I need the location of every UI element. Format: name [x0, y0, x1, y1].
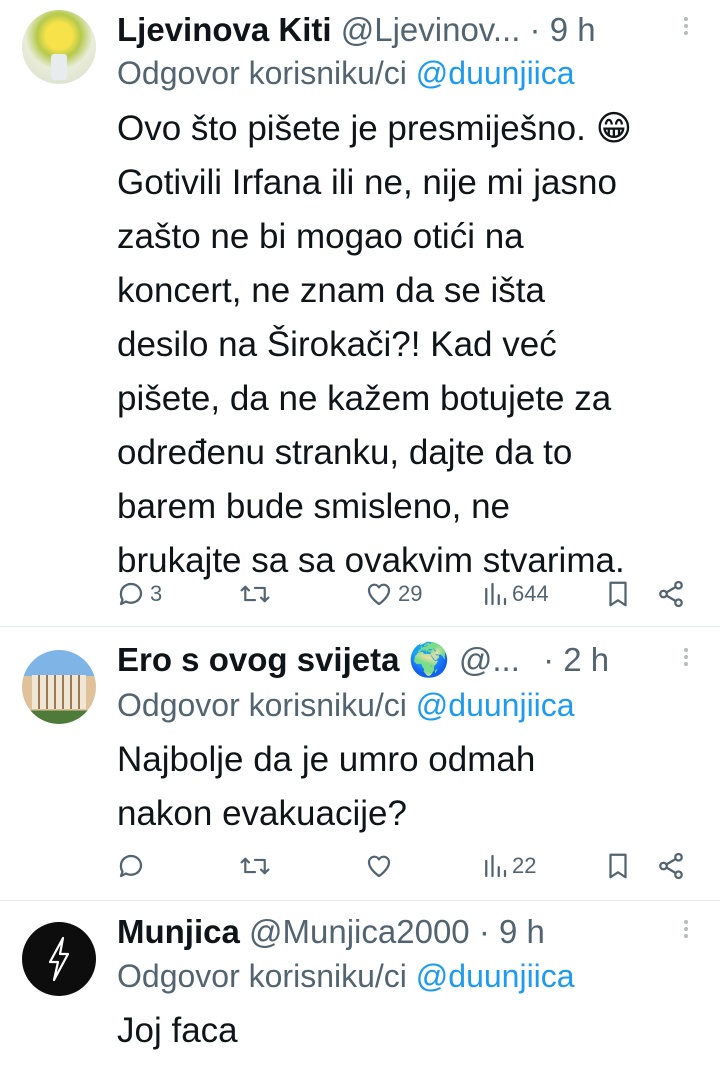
separator-dot: ·	[529, 11, 541, 48]
share-button[interactable]	[656, 846, 686, 886]
author-handle[interactable]: @...	[459, 641, 520, 678]
tweet-line: koncert, ne znam da se išta	[117, 271, 545, 310]
retweet-icon	[240, 857, 270, 875]
retweet-button[interactable]	[238, 846, 272, 886]
bookmark-button[interactable]	[604, 574, 632, 614]
bookmark-icon	[609, 853, 627, 879]
bookmark-icon	[609, 581, 627, 607]
tweet-text: Ovo što pišete je presmiješno. 😁 Gotivil…	[117, 102, 697, 588]
analytics-icon	[485, 854, 507, 878]
avatar[interactable]	[22, 10, 96, 84]
author-name[interactable]: Ljevinova Kiti	[117, 11, 332, 48]
mention-link[interactable]: @duunjiica	[416, 687, 575, 723]
tweet-actions: 22	[0, 846, 720, 886]
author-handle[interactable]: @Munjica2000	[249, 913, 470, 950]
mention-link[interactable]: @duunjiica	[416, 55, 575, 91]
views-button[interactable]: 22	[482, 846, 536, 886]
retweet-icon	[240, 585, 270, 603]
like-button[interactable]: 29	[364, 574, 422, 614]
reply-icon	[119, 582, 143, 606]
tweet-line: nakon evakuacije?	[117, 794, 407, 833]
analytics-icon	[485, 582, 507, 606]
view-count: 22	[512, 853, 537, 878]
tweet-text: Joj faca	[117, 1004, 697, 1058]
more-options-icon[interactable]	[676, 645, 696, 675]
author-handle[interactable]: @Ljevinov...	[341, 11, 521, 48]
separator-dot: ·	[543, 641, 555, 678]
tweet-header: Ljevinova Kiti @Ljevinov... · 9 h	[117, 8, 596, 52]
tweet-line: pišete, da ne kažem botujete za	[117, 379, 612, 418]
like-count: 29	[398, 581, 423, 606]
tweet-header: Munjica @Munjica2000 · 9 h	[117, 910, 545, 954]
share-button[interactable]	[656, 574, 686, 614]
timestamp[interactable]: 2 h	[563, 641, 609, 678]
timestamp[interactable]: 9 h	[499, 913, 545, 950]
replying-to: Odgovor korisniku/ci @duunjiica	[117, 955, 575, 997]
heart-icon	[367, 583, 391, 606]
tweet-line: Najbolje da je umro odmah	[117, 740, 536, 779]
reply-button[interactable]	[116, 846, 150, 886]
tweet-text: Najbolje da je umro odmah nakon evakuaci…	[117, 733, 697, 841]
replying-to: Odgovor korisniku/ci @duunjiica	[117, 684, 575, 726]
retweet-button[interactable]	[238, 574, 272, 614]
lightning-icon	[48, 936, 70, 982]
tweet-line: desilo na Širokači?! Kad već	[117, 325, 557, 364]
tweet-line: Ovo što pišete je presmiješno.	[117, 109, 586, 148]
view-count: 644	[512, 581, 549, 606]
more-options-icon[interactable]	[676, 917, 696, 947]
tweet-line: Gotivili Irfana ili ne, nije mi jasno	[117, 163, 617, 202]
tweet-line: barem bude smisleno, ne	[117, 487, 510, 526]
tweet-line: određenu stranku, dajte da to	[117, 433, 573, 472]
separator-dot: ·	[478, 913, 490, 950]
tweet-line: Joj faca	[117, 1011, 238, 1050]
replying-to-label: Odgovor korisniku/ci	[117, 958, 416, 994]
avatar[interactable]	[22, 922, 96, 996]
replying-to-label: Odgovor korisniku/ci	[117, 55, 416, 91]
tweet-actions: 3 29 644	[0, 574, 720, 614]
share-icon	[659, 580, 683, 608]
bookmark-button[interactable]	[604, 846, 632, 886]
more-options-icon[interactable]	[676, 14, 696, 44]
replying-to-label: Odgovor korisniku/ci	[117, 687, 416, 723]
avatar-vase	[51, 54, 67, 80]
reply-button[interactable]: 3	[116, 574, 162, 614]
author-name[interactable]: Ero s ovog svijeta	[117, 641, 399, 678]
reply-icon	[119, 854, 143, 878]
like-button[interactable]	[364, 846, 398, 886]
divider	[0, 900, 720, 901]
replying-to: Odgovor korisniku/ci @duunjiica	[117, 52, 575, 94]
divider	[0, 626, 720, 627]
tweet-line: zašto ne bi mogao otići na	[117, 217, 524, 256]
views-button[interactable]: 644	[482, 574, 549, 614]
heart-icon	[367, 855, 391, 878]
author-name[interactable]: Munjica	[117, 913, 240, 950]
avatar[interactable]	[22, 650, 96, 724]
globe-emoji-icon: 🌍	[408, 641, 450, 678]
share-icon	[659, 852, 683, 880]
timestamp[interactable]: 9 h	[550, 11, 596, 48]
avatar-building	[32, 675, 86, 709]
tweet-header: Ero s ovog svijeta 🌍 @... · 2 h	[117, 638, 609, 682]
mention-link[interactable]: @duunjiica	[416, 958, 575, 994]
grin-emoji-icon: 😁	[595, 109, 633, 148]
reply-count: 3	[150, 581, 163, 606]
